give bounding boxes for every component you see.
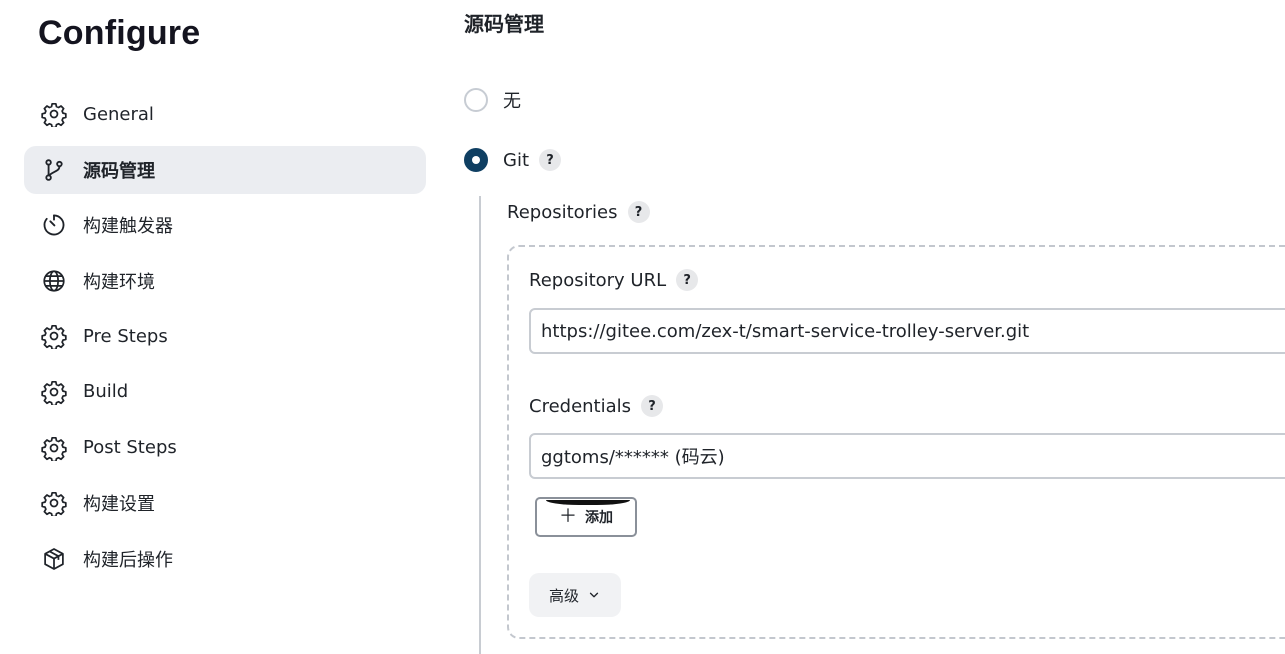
repositories-label-row: Repositories ? xyxy=(507,201,650,223)
scm-option-git: Git ? xyxy=(464,148,562,172)
radio-label-git: Git xyxy=(503,149,530,171)
sidebar-item-post-steps[interactable]: Post Steps xyxy=(24,424,426,472)
credentials-label-row: Credentials ? xyxy=(529,395,664,417)
advanced-button-label: 高级 xyxy=(548,586,579,605)
sidebar-item-post-build-actions[interactable]: 构建后操作 xyxy=(24,535,426,583)
button-overlay-mark xyxy=(546,500,630,505)
sidebar-item-label: Pre Steps xyxy=(83,325,168,347)
help-icon[interactable]: ? xyxy=(627,201,650,223)
timer-icon xyxy=(40,211,68,239)
globe-icon xyxy=(40,267,68,295)
repository-url-label: Repository URL xyxy=(529,269,667,291)
gear-icon xyxy=(40,378,68,406)
sidebar-item-label: Post Steps xyxy=(83,437,177,459)
sidebar: Configure General 源码管理 构建触发器 构建环境 Pre St… xyxy=(24,0,426,654)
sidebar-item-build-settings[interactable]: 构建设置 xyxy=(24,479,426,527)
help-icon[interactable]: ? xyxy=(676,269,699,291)
section-title: 源码管理 xyxy=(464,12,544,36)
repository-url-label-row: Repository URL ? xyxy=(529,269,699,291)
plus-icon: ＋ xyxy=(559,506,577,527)
help-icon[interactable]: ? xyxy=(641,395,664,417)
chevron-down-icon xyxy=(589,592,599,598)
sidebar-item-label: General xyxy=(83,103,154,125)
page-title: Configure xyxy=(38,14,201,52)
sidebar-item-source-code-management[interactable]: 源码管理 xyxy=(24,145,426,194)
sidebar-item-build-triggers[interactable]: 构建触发器 xyxy=(24,201,426,249)
repositories-label: Repositories xyxy=(507,201,618,223)
gear-icon xyxy=(40,100,68,128)
add-credentials-button[interactable]: ＋ 添加 xyxy=(535,497,637,537)
gear-icon xyxy=(40,322,68,350)
sidebar-item-build[interactable]: Build xyxy=(24,368,426,416)
gear-icon xyxy=(40,434,68,462)
sidebar-item-pre-steps[interactable]: Pre Steps xyxy=(24,312,426,360)
git-branch-icon xyxy=(40,156,68,184)
credentials-label: Credentials xyxy=(529,395,632,417)
main-content: 源码管理 无 Git ? Repositories ? Repository U… xyxy=(464,0,1285,654)
sidebar-item-build-environment[interactable]: 构建环境 xyxy=(24,257,426,305)
sidebar-item-label: 构建设置 xyxy=(83,494,155,516)
help-icon[interactable]: ? xyxy=(539,149,562,171)
sidebar-item-label: 构建环境 xyxy=(83,271,155,293)
radio-git[interactable] xyxy=(464,148,488,172)
configure-page: Configure General 源码管理 构建触发器 构建环境 Pre St… xyxy=(0,0,1285,654)
sidebar-nav: General 源码管理 构建触发器 构建环境 Pre Steps Build … xyxy=(24,90,426,590)
repository-box: Repository URL ? https://gitee.com/zex-t… xyxy=(507,245,1285,639)
sidebar-item-label: Build xyxy=(83,381,129,403)
sidebar-item-label: 源码管理 xyxy=(83,160,155,182)
repository-url-input[interactable]: https://gitee.com/zex-t/smart-service-tr… xyxy=(529,308,1285,354)
sidebar-item-label: 构建触发器 xyxy=(83,216,173,238)
gear-icon xyxy=(40,489,68,517)
package-icon xyxy=(40,545,68,573)
scm-option-none: 无 xyxy=(464,87,521,113)
radio-label-none: 无 xyxy=(503,91,521,112)
credentials-select[interactable]: ggtoms/****** (码云) xyxy=(529,433,1285,479)
radio-none[interactable] xyxy=(464,88,488,112)
sidebar-item-label: 构建后操作 xyxy=(83,549,173,571)
add-button-label: 添加 xyxy=(585,510,613,526)
git-config-block: Repositories ? Repository URL ? https://… xyxy=(479,196,1285,654)
advanced-button[interactable]: 高级 xyxy=(529,573,621,617)
sidebar-item-general[interactable]: General xyxy=(24,90,426,138)
